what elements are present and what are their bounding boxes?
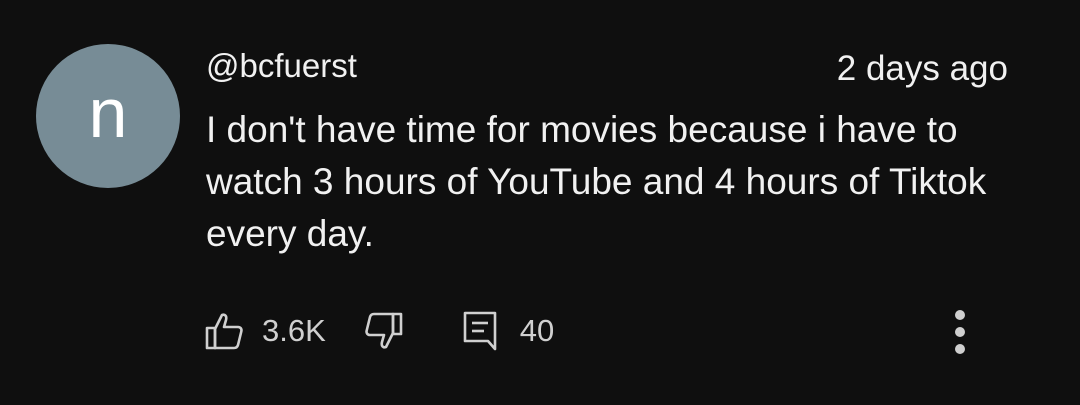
reply-count: 40: [519, 313, 555, 348]
avatar-letter: n: [88, 74, 128, 152]
like-button[interactable]: [204, 311, 244, 351]
comment-text: I don't have time for movies because i h…: [206, 109, 987, 254]
more-vertical-icon: [955, 310, 965, 320]
more-options-button[interactable]: [942, 306, 978, 358]
thumbs-up-icon: [204, 311, 244, 351]
comment-actions: 3.6K 40: [204, 308, 554, 354]
thumbs-down-icon: [364, 311, 404, 351]
reply-button[interactable]: [462, 310, 498, 352]
comment-timestamp: 2 days ago: [836, 49, 1008, 88]
avatar[interactable]: n: [36, 44, 180, 188]
comment-author-handle[interactable]: @bcfuerst: [206, 46, 357, 86]
like-count: 3.6K: [262, 313, 326, 348]
dislike-button[interactable]: [364, 311, 404, 351]
reply-comment-icon: [462, 310, 498, 352]
